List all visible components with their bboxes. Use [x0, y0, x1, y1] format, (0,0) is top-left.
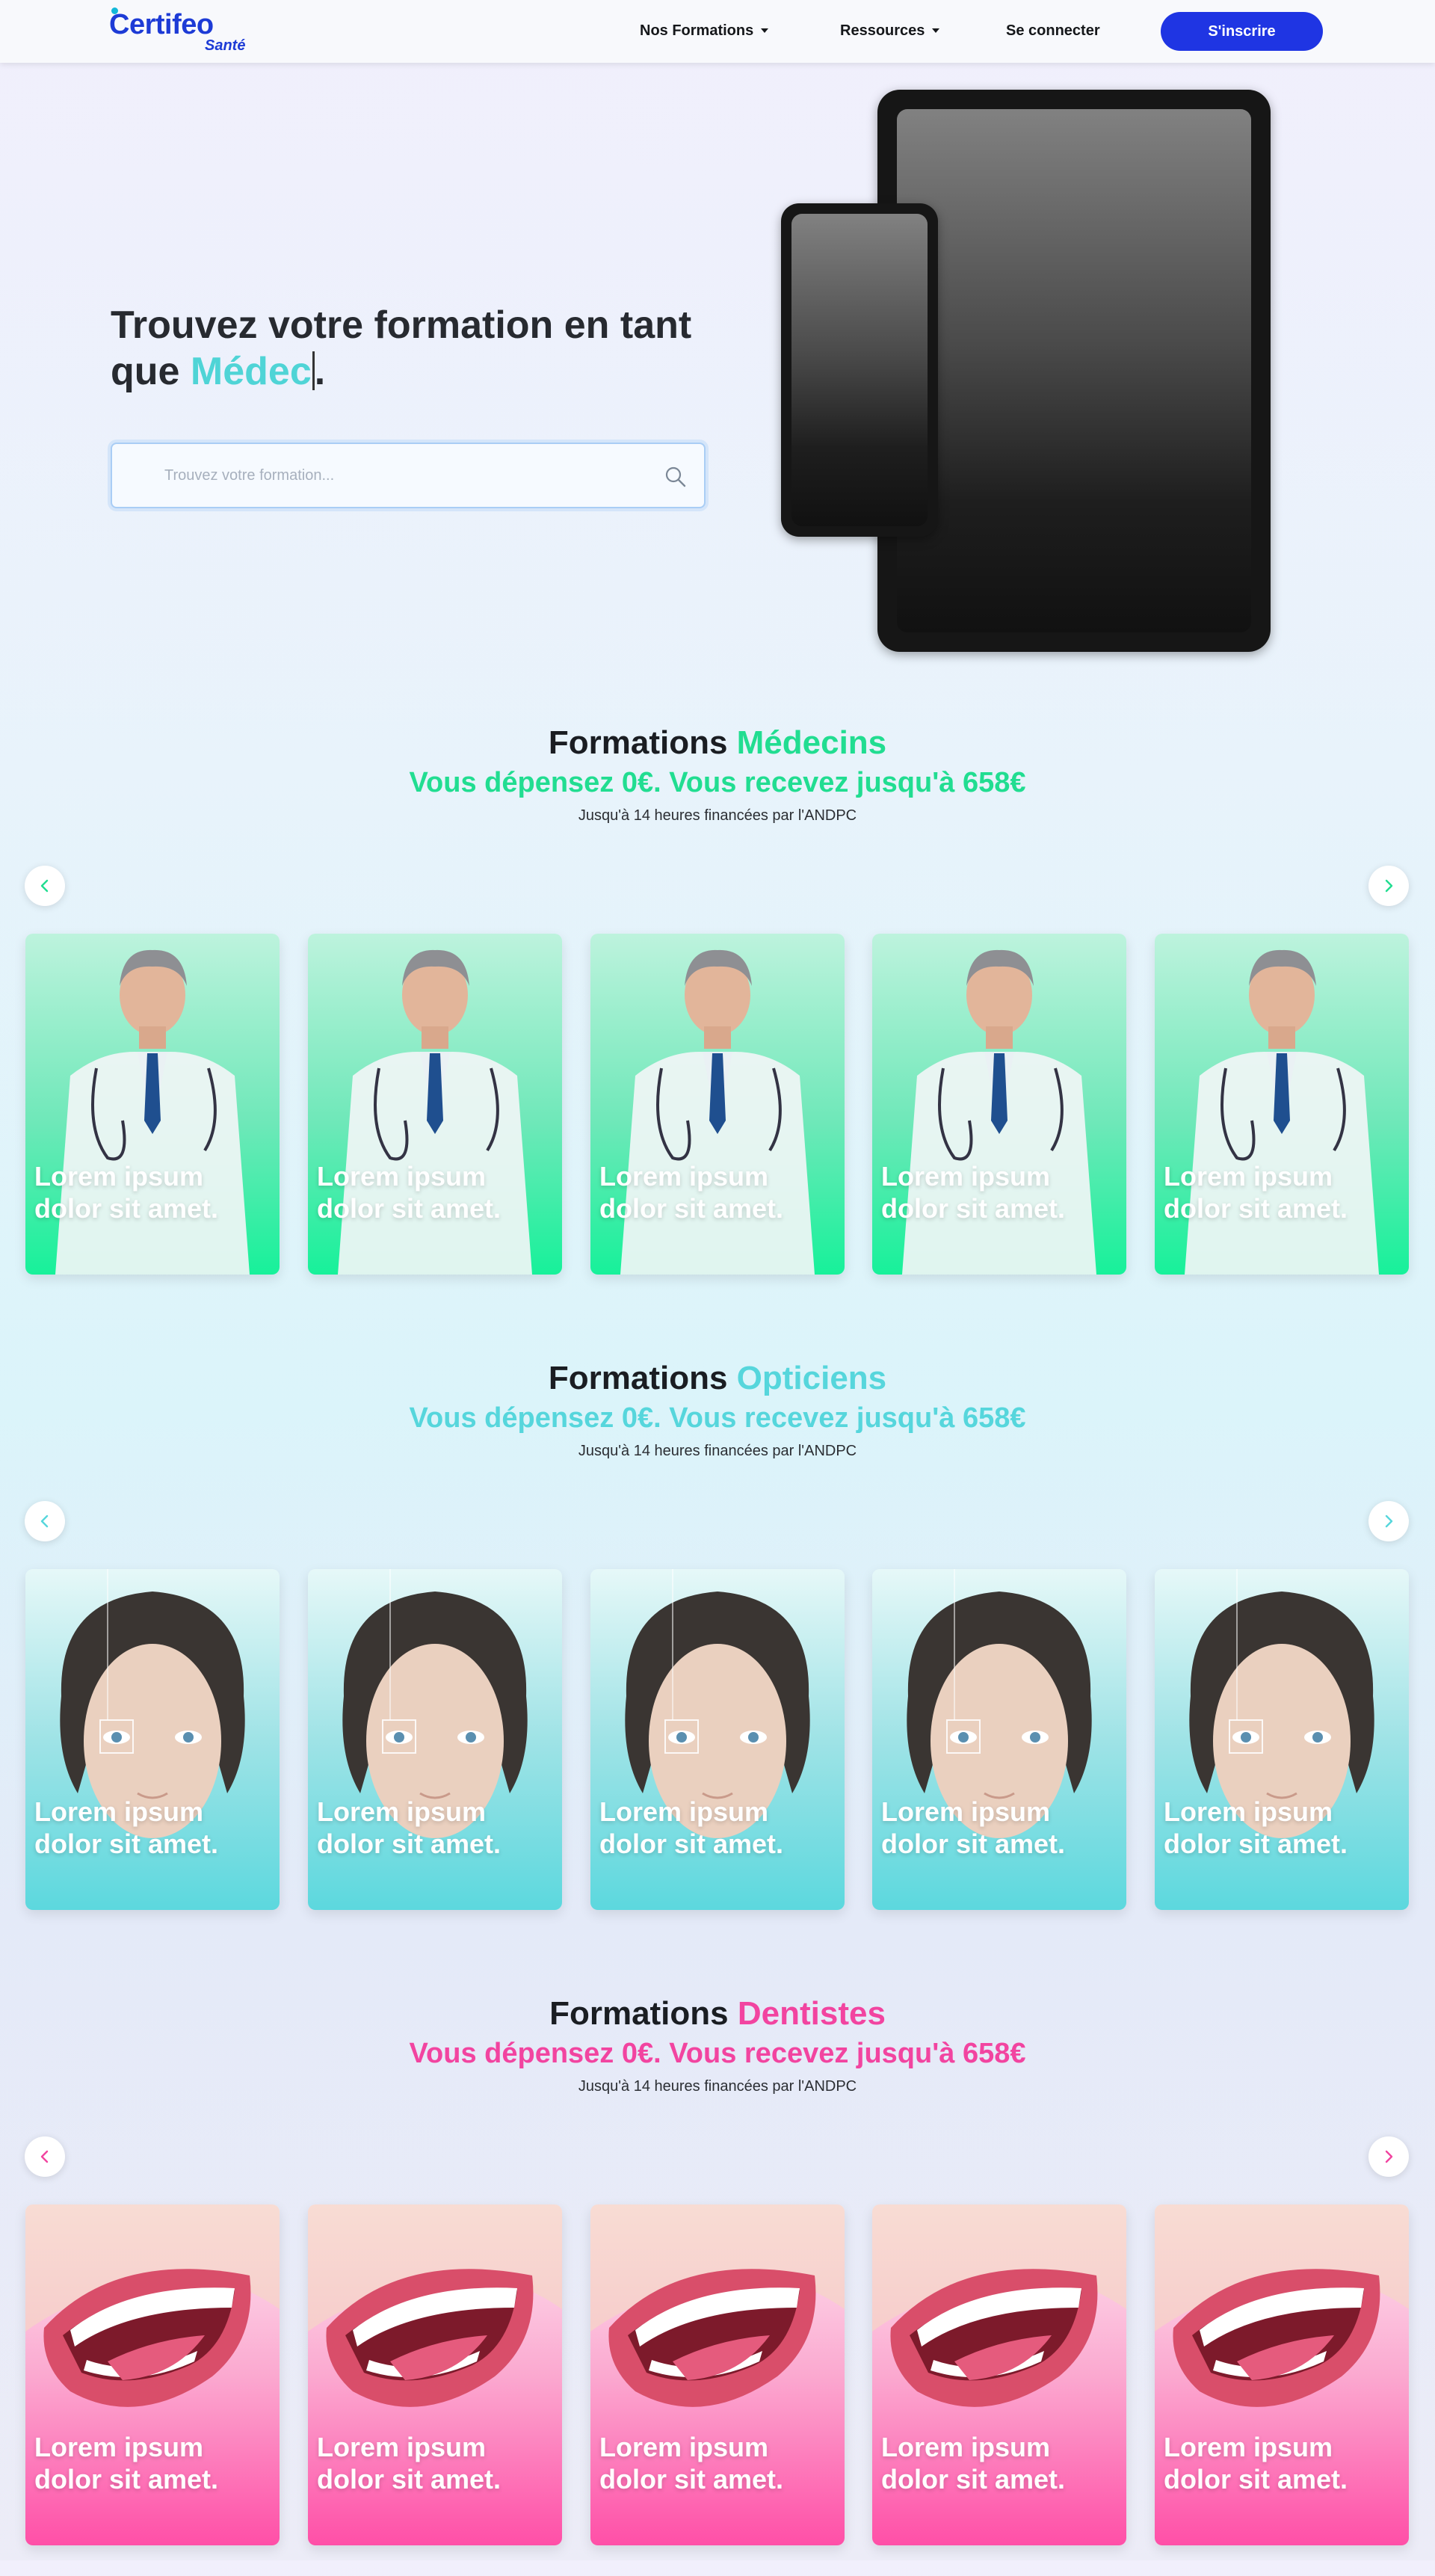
nav-login[interactable]: Se connecter	[1006, 19, 1100, 42]
search-icon[interactable]	[664, 465, 688, 489]
section-title-accent: Dentistes	[737, 1995, 886, 2032]
training-card[interactable]: Lorem ipsum dolor sit amet.	[25, 1569, 280, 1910]
section-title: Formations Médecins	[0, 722, 1435, 764]
training-card[interactable]: Lorem ipsum dolor sit amet.	[25, 2204, 280, 2545]
search-input[interactable]	[164, 460, 628, 490]
training-card[interactable]: Lorem ipsum dolor sit amet.	[308, 2204, 562, 2545]
phone-illustration	[781, 203, 938, 537]
training-card[interactable]: Lorem ipsum dolor sit amet.	[1155, 2204, 1409, 2545]
training-card[interactable]: Lorem ipsum dolor sit amet.	[25, 934, 280, 1275]
signup-button[interactable]: S'inscrire	[1161, 12, 1323, 51]
nav-formations[interactable]: Nos Formations	[640, 19, 769, 42]
section-note: Jusqu'à 14 heures financées par l'ANDPC	[578, 2078, 857, 2095]
chevron-right-icon	[1385, 1515, 1393, 1528]
carousel-prev-button[interactable]	[25, 2136, 65, 2177]
caret-down-icon	[932, 28, 940, 33]
training-card[interactable]: Lorem ipsum dolor sit amet.	[590, 1569, 845, 1910]
card-title: Lorem ipsum dolor sit amet.	[1164, 2432, 1348, 2495]
card-title: Lorem ipsum dolor sit amet.	[599, 1796, 784, 1859]
card-carousel: Lorem ipsum dolor sit amet. Lorem ipsum …	[0, 1569, 1435, 1910]
chevron-right-icon	[1385, 879, 1393, 893]
section-title-prefix: Formations	[548, 1360, 737, 1396]
card-title: Lorem ipsum dolor sit amet.	[34, 1161, 219, 1224]
section-subtitle: Vous dépensez 0€. Vous recevez jusqu'à 6…	[409, 767, 1026, 798]
search-box	[111, 443, 706, 508]
section-subtitle: Vous dépensez 0€. Vous recevez jusqu'à 6…	[409, 1402, 1026, 1434]
nav-formations-label: Nos Formations	[640, 22, 754, 39]
card-title: Lorem ipsum dolor sit amet.	[317, 2432, 502, 2495]
section-medecins: Formations Médecins Vous dépensez 0€. Vo…	[0, 722, 1435, 1305]
nav-ressources-label: Ressources	[840, 22, 925, 39]
hero-title: Trouvez votre formation en tant que Méde…	[111, 302, 709, 395]
section-title: Formations Dentistes	[0, 1993, 1435, 2035]
logo-brand: Certifeo	[109, 9, 214, 40]
carousel-next-button[interactable]	[1368, 1501, 1409, 1541]
section-subtitle: Vous dépensez 0€. Vous recevez jusqu'à 6…	[409, 2038, 1026, 2069]
card-title: Lorem ipsum dolor sit amet.	[881, 1161, 1066, 1224]
section-dentistes: Formations Dentistes Vous dépensez 0€. V…	[0, 1993, 1435, 2576]
card-title: Lorem ipsum dolor sit amet.	[317, 1796, 502, 1859]
section-title-prefix: Formations	[548, 724, 737, 761]
chevron-right-icon	[1385, 2150, 1393, 2163]
chevron-left-icon	[40, 1515, 49, 1528]
training-card[interactable]: Lorem ipsum dolor sit amet.	[590, 934, 845, 1275]
tablet-screen	[897, 109, 1251, 632]
card-title: Lorem ipsum dolor sit amet.	[34, 2432, 219, 2495]
chevron-left-icon	[40, 2150, 49, 2163]
card-title: Lorem ipsum dolor sit amet.	[1164, 1796, 1348, 1859]
training-card[interactable]: Lorem ipsum dolor sit amet.	[1155, 934, 1409, 1275]
card-title: Lorem ipsum dolor sit amet.	[599, 1161, 784, 1224]
card-title: Lorem ipsum dolor sit amet.	[1164, 1161, 1348, 1224]
section-title-accent: Médecins	[736, 724, 887, 761]
card-title: Lorem ipsum dolor sit amet.	[34, 1796, 219, 1859]
card-title: Lorem ipsum dolor sit amet.	[599, 2432, 784, 2495]
carousel-prev-button[interactable]	[25, 866, 65, 906]
logo[interactable]: Certifeo Santé	[109, 7, 259, 55]
section-opticiens: Formations Opticiens Vous dépensez 0€. V…	[0, 1358, 1435, 1941]
card-title: Lorem ipsum dolor sit amet.	[881, 2432, 1066, 2495]
section-title-prefix: Formations	[549, 1995, 738, 2032]
card-title: Lorem ipsum dolor sit amet.	[317, 1161, 502, 1224]
card-title: Lorem ipsum dolor sit amet.	[881, 1796, 1066, 1859]
section-note: Jusqu'à 14 heures financées par l'ANDPC	[578, 807, 857, 824]
hero-title-typed: Médec	[190, 350, 312, 393]
training-card[interactable]: Lorem ipsum dolor sit amet.	[308, 1569, 562, 1910]
card-carousel: Lorem ipsum dolor sit amet. Lorem ipsum …	[0, 2204, 1435, 2545]
training-card[interactable]: Lorem ipsum dolor sit amet.	[308, 934, 562, 1275]
training-card[interactable]: Lorem ipsum dolor sit amet.	[1155, 1569, 1409, 1910]
phone-screen	[791, 214, 928, 526]
navbar: Certifeo Santé Nos Formations Ressources…	[0, 0, 1435, 63]
carousel-next-button[interactable]	[1368, 2136, 1409, 2177]
logo-subtitle: Santé	[205, 37, 246, 54]
caret-down-icon	[761, 28, 769, 33]
section-note: Jusqu'à 14 heures financées par l'ANDPC	[578, 1443, 857, 1459]
training-card[interactable]: Lorem ipsum dolor sit amet.	[590, 2204, 845, 2545]
section-title: Formations Opticiens	[0, 1358, 1435, 1399]
training-card[interactable]: Lorem ipsum dolor sit amet.	[872, 934, 1126, 1275]
nav-ressources[interactable]: Ressources	[840, 19, 940, 42]
card-carousel: Lorem ipsum dolor sit amet. Lorem ipsum …	[0, 934, 1435, 1275]
nav-login-label: Se connecter	[1006, 22, 1100, 39]
training-card[interactable]: Lorem ipsum dolor sit amet.	[872, 2204, 1126, 2545]
section-title-accent: Opticiens	[736, 1360, 887, 1396]
chevron-left-icon	[40, 879, 49, 893]
carousel-prev-button[interactable]	[25, 1501, 65, 1541]
carousel-next-button[interactable]	[1368, 866, 1409, 906]
hero-title-suffix: .	[314, 350, 326, 393]
training-card[interactable]: Lorem ipsum dolor sit amet.	[872, 1569, 1126, 1910]
